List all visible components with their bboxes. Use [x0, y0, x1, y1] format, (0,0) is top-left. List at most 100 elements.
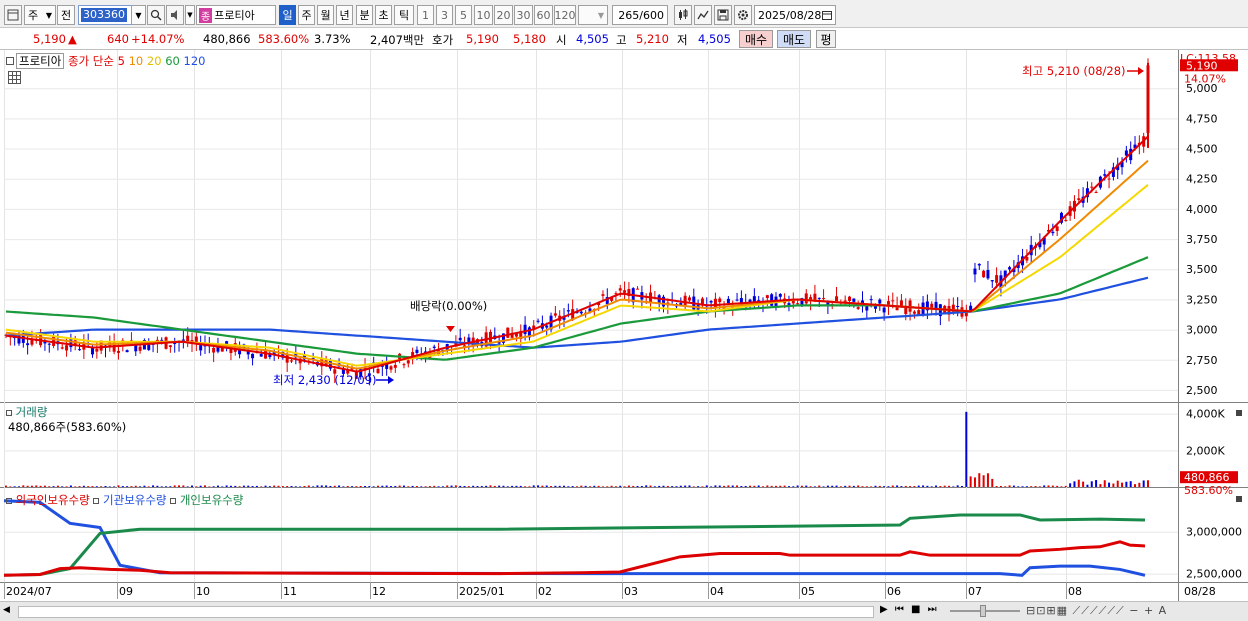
low-label: 저: [677, 33, 688, 47]
volume-bar: [762, 486, 765, 487]
stock-chart[interactable]: 2024/07 09 10 11 12 2025/01 02 03 04 05 06 07 08 08/2…: [0, 50, 1248, 601]
volume-bar: [100, 486, 103, 487]
volume-bar: [1021, 486, 1024, 487]
volume-bar: [355, 486, 358, 487]
volume-bar: [532, 485, 535, 487]
candle-body: [138, 346, 142, 351]
volume-bar: [255, 485, 258, 487]
avg-button[interactable]: 평: [816, 30, 836, 48]
volume-bar: [1073, 481, 1076, 487]
volume-bar: [108, 486, 111, 487]
code-dropdown-icon[interactable]: ▼: [131, 5, 146, 25]
volume-bar: [242, 485, 245, 487]
toolbar: 주 ▼ 전 303360 ▼ ▼ 종 프로티아 일 주 월 년 분 초 틱 1 3…: [0, 0, 1248, 28]
period-second[interactable]: 초: [375, 5, 392, 25]
candle-body: [95, 349, 99, 352]
period-week[interactable]: 주: [298, 5, 315, 25]
volume-title: 거래량: [15, 405, 48, 419]
grid-icon[interactable]: [8, 71, 21, 87]
volume-bar: [178, 485, 181, 487]
line-tool-icon[interactable]: [694, 5, 712, 25]
prev-button[interactable]: 전: [57, 5, 75, 25]
volume-bar: [999, 485, 1002, 487]
volume-bar: [524, 486, 527, 487]
candle-body: [65, 345, 69, 351]
candle-body: [986, 270, 990, 279]
candle-body: [168, 345, 172, 347]
volume-bar: [364, 485, 367, 487]
interval-20[interactable]: 20: [494, 5, 513, 25]
volume-bar: [597, 485, 600, 487]
ma-label: 종가 단순: [67, 54, 114, 68]
interval-5[interactable]: 5: [455, 5, 472, 25]
period-select[interactable]: 주 ▼: [24, 5, 56, 25]
candle-type-icon[interactable]: [674, 5, 692, 25]
volume-bar: [411, 485, 414, 487]
candle-body: [778, 294, 782, 297]
period-month[interactable]: 월: [317, 5, 334, 25]
volume-bar: [173, 485, 176, 487]
interval-30[interactable]: 30: [514, 5, 533, 25]
gear-icon[interactable]: [734, 5, 752, 25]
interval-120[interactable]: 120: [554, 5, 576, 25]
zoom-slider-handle[interactable]: [980, 605, 986, 617]
volume-bar: [160, 486, 163, 487]
ma10-label: 10: [128, 54, 144, 68]
date-field[interactable]: 2025/08/28: [754, 5, 836, 25]
individual-holding-label: 개인보유수량: [179, 493, 244, 507]
volume-bar: [986, 473, 989, 487]
interval-60[interactable]: 60: [534, 5, 553, 25]
period-minute[interactable]: 분: [356, 5, 373, 25]
candle-body: [995, 275, 999, 283]
volume-bar: [420, 486, 423, 487]
stock-name-box[interactable]: 종 프로티아: [196, 5, 276, 25]
window-icon[interactable]: [4, 5, 22, 25]
interval-3[interactable]: 3: [436, 5, 453, 25]
candle-body: [804, 293, 808, 304]
interval-custom-select[interactable]: ▼: [578, 5, 608, 25]
candle-body: [848, 296, 852, 301]
scroll-left-icon[interactable]: ◀: [3, 605, 10, 615]
save-icon[interactable]: [714, 5, 732, 25]
volume-bar: [679, 485, 682, 487]
scrollbar-track[interactable]: [18, 606, 874, 618]
volume-bar: [749, 485, 752, 487]
chart-area[interactable]: 2024/07 09 10 11 12 2025/01 02 03 04 05 06 07 08 08/2…: [0, 50, 1248, 601]
count-field[interactable]: 265/600: [612, 5, 668, 25]
holding-tick-label: 2,500,000: [1186, 568, 1242, 581]
buy-button[interactable]: 매수: [739, 30, 773, 48]
volume-bar: [701, 486, 704, 487]
search-icon[interactable]: [147, 5, 165, 25]
volume-bar: [826, 485, 829, 487]
playback-controls[interactable]: ▶ ⏮ ■ ⏭: [880, 604, 939, 615]
candle-body: [566, 310, 570, 312]
last-pct-label: 14.07%: [1184, 72, 1226, 85]
period-year[interactable]: 년: [336, 5, 353, 25]
volume-bar: [225, 485, 228, 487]
volume-bar: [796, 485, 799, 487]
speaker-dropdown-icon[interactable]: ▼: [185, 5, 195, 25]
candle-body: [601, 294, 605, 296]
volume-bar: [948, 485, 951, 487]
open-price: 4,505: [576, 32, 609, 46]
drawing-tools[interactable]: ⊟⊡⊞▦ ⟋⟋⟋⟋⟋⟋ − + A: [1026, 604, 1167, 618]
volume-bar: [130, 486, 133, 487]
volume-bar: [783, 485, 786, 487]
speaker-icon[interactable]: [166, 5, 184, 25]
candle-body: [389, 366, 393, 370]
volume-bar: [290, 485, 293, 487]
volume-bar: [61, 486, 64, 487]
candle-body: [852, 298, 856, 302]
volume-bar: [260, 486, 263, 487]
interval-1[interactable]: 1: [417, 5, 434, 25]
period-tick[interactable]: 틱: [394, 5, 414, 25]
volume-bar: [541, 485, 544, 487]
volume-bar: [424, 486, 427, 487]
volume-bar: [662, 485, 665, 487]
interval-10[interactable]: 10: [474, 5, 493, 25]
sell-button[interactable]: 매도: [777, 30, 811, 48]
period-day[interactable]: 일: [279, 5, 296, 25]
volume-bar: [753, 485, 756, 487]
candle-body: [623, 290, 627, 293]
volume-bar: [904, 485, 907, 487]
